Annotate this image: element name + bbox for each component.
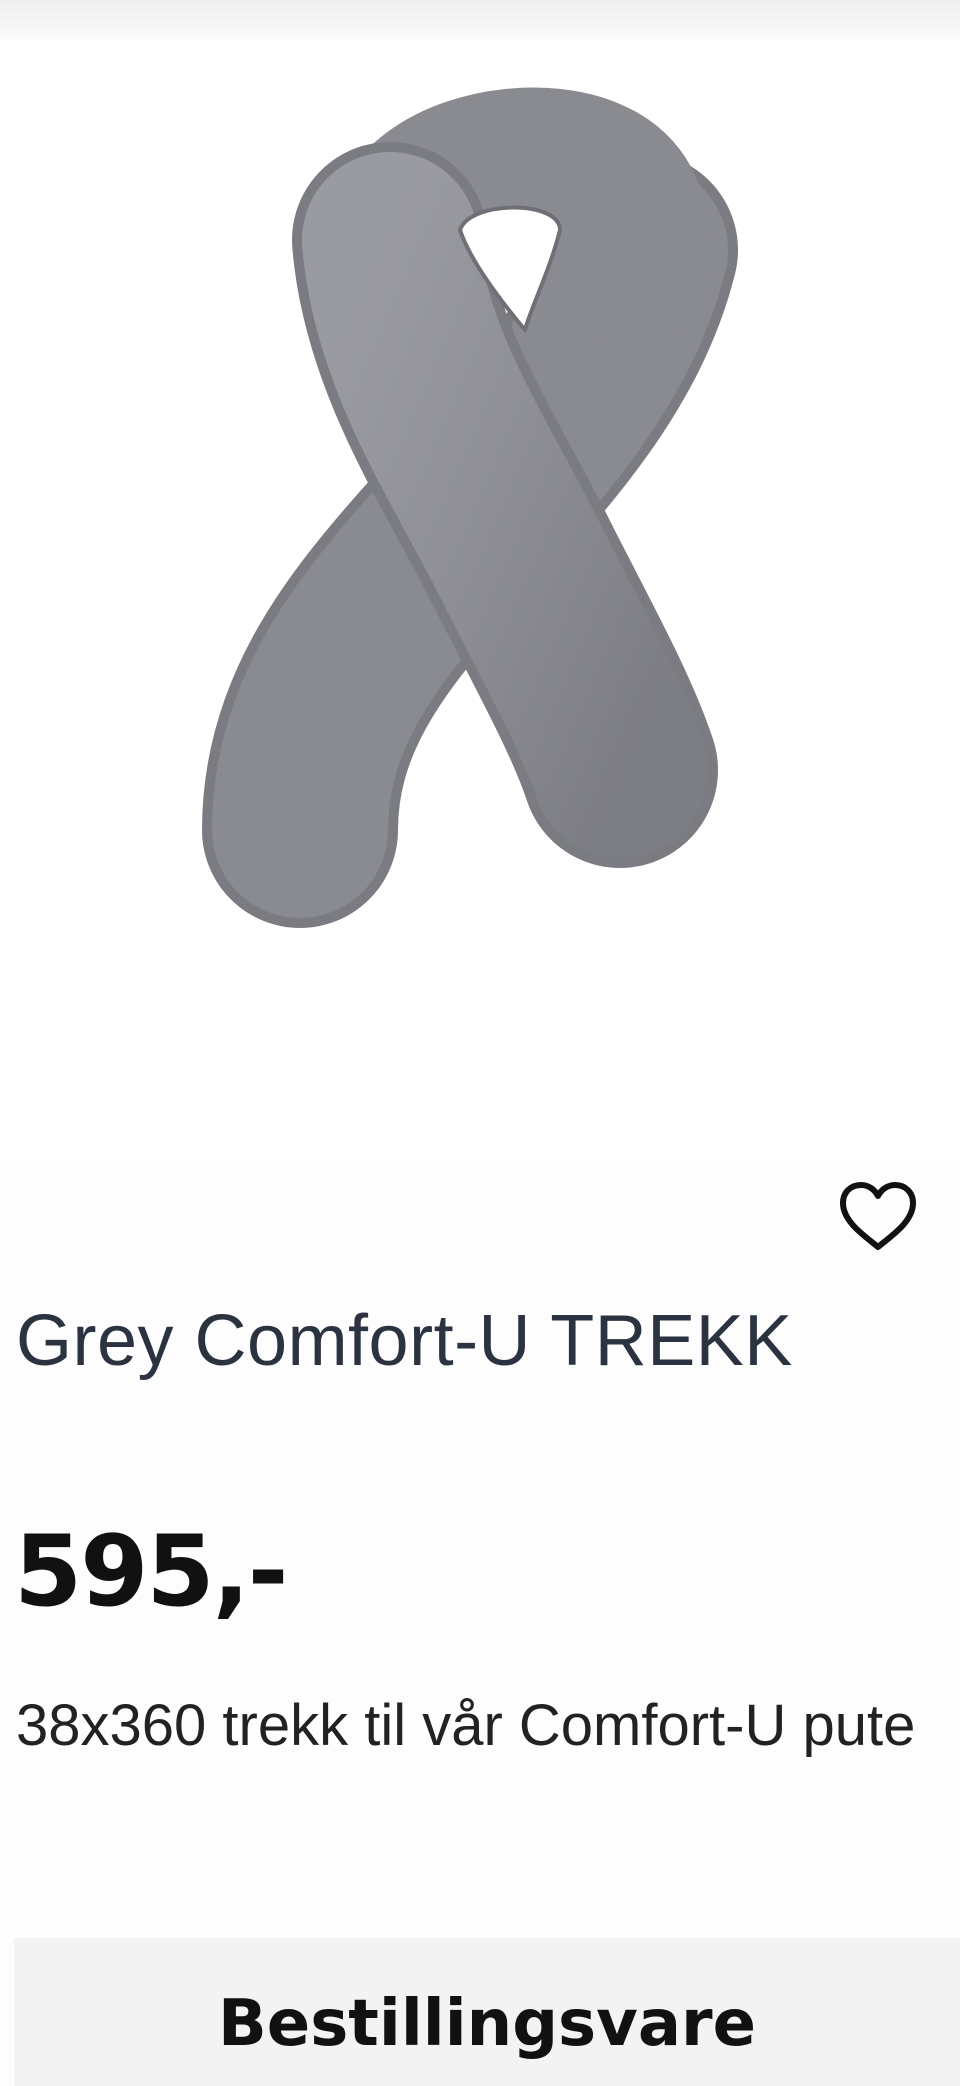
wishlist-button[interactable] [830, 1168, 926, 1264]
product-description: 38x360 trekk til vår Comfort-U pute [16, 1693, 916, 1758]
product-image[interactable] [0, 40, 960, 1160]
product-price: 595,- [14, 1515, 288, 1629]
heart-outline-icon [840, 1182, 916, 1250]
product-page: Grey Comfort-U TREKK 595,- 38x360 trekk … [0, 0, 960, 2086]
availability-label: Bestillingsvare [218, 1987, 756, 2061]
product-title: Grey Comfort-U TREKK [16, 1301, 793, 1381]
availability-box[interactable]: Bestillingsvare [14, 1938, 960, 2086]
pillow-illustration [202, 87, 738, 928]
top-strip [0, 0, 960, 40]
